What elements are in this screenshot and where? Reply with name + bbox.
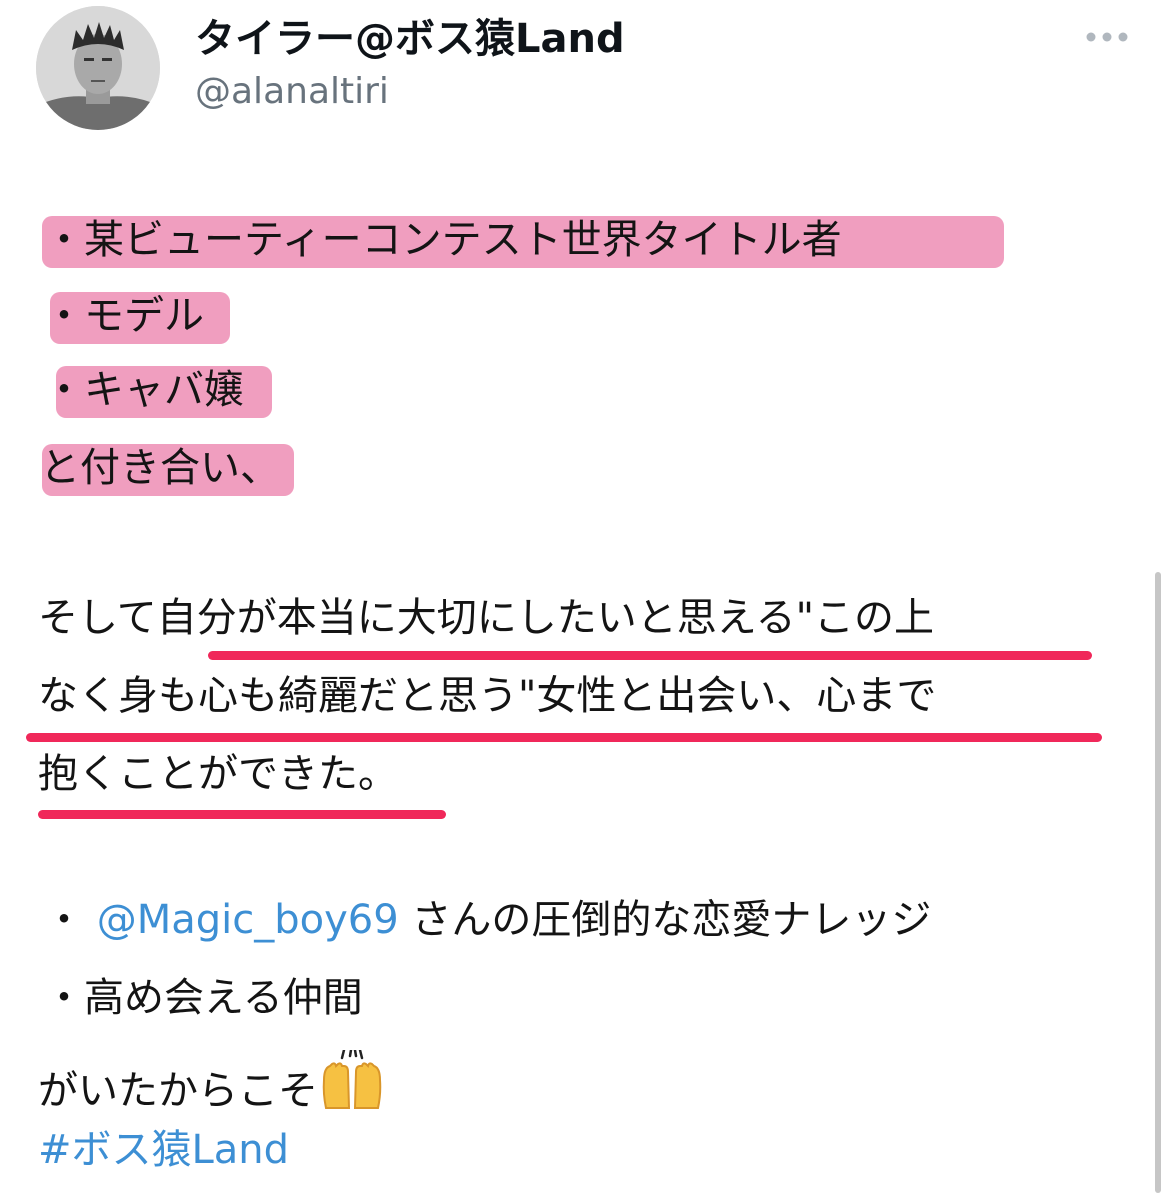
tweet-line-underlined-1: そして自分が本当に大切にしたいと思える"この上 — [38, 595, 934, 641]
hashtag-link[interactable]: #ボス猿Land — [38, 1127, 289, 1173]
user-avatar-photo — [36, 6, 160, 130]
more-horizontal-icon[interactable] — [1082, 24, 1132, 50]
mention-link[interactable]: @Magic_boy69 — [97, 897, 399, 943]
tweet-line-peers: ・高め会える仲間 — [44, 975, 363, 1021]
tweet-line-dated: と付き合い、 — [40, 445, 280, 491]
bullet-text: ・ — [44, 897, 97, 943]
scrollbar[interactable] — [1155, 572, 1161, 1193]
tweet-line-beauty-title: ・某ビューティーコンテスト世界タイトル者 — [44, 217, 842, 263]
tweet-line-underlined-3: 抱くことができた。 — [38, 751, 398, 797]
tweet-line-model: ・モデル — [44, 293, 204, 339]
underline-mark — [208, 651, 1092, 660]
tweet-line-underlined-2: なく身も心も綺麗だと思う"女性と出会い、心まで — [38, 673, 937, 719]
because-text: がいたからこそ — [38, 1068, 318, 1114]
tweet-line-mention: ・ @Magic_boy69 さんの圧倒的な恋愛ナレッジ — [44, 894, 931, 946]
tweet-line-hostess: ・キャバ嬢 — [44, 367, 244, 413]
mention-suffix-text: さんの圧倒的な恋愛ナレッジ — [398, 897, 932, 943]
underline-mark — [26, 733, 1102, 742]
avatar[interactable] — [36, 6, 160, 130]
raising-hands-emoji-icon — [320, 1048, 384, 1123]
display-name[interactable]: タイラー@ボス猿Land — [195, 14, 625, 64]
underline-mark — [38, 810, 446, 819]
user-handle[interactable]: @alanaltiri — [195, 70, 389, 114]
tweet-line-hashtag: #ボス猿Land — [38, 1124, 289, 1176]
tweet-line-because: がいたからこそ — [38, 1048, 384, 1123]
